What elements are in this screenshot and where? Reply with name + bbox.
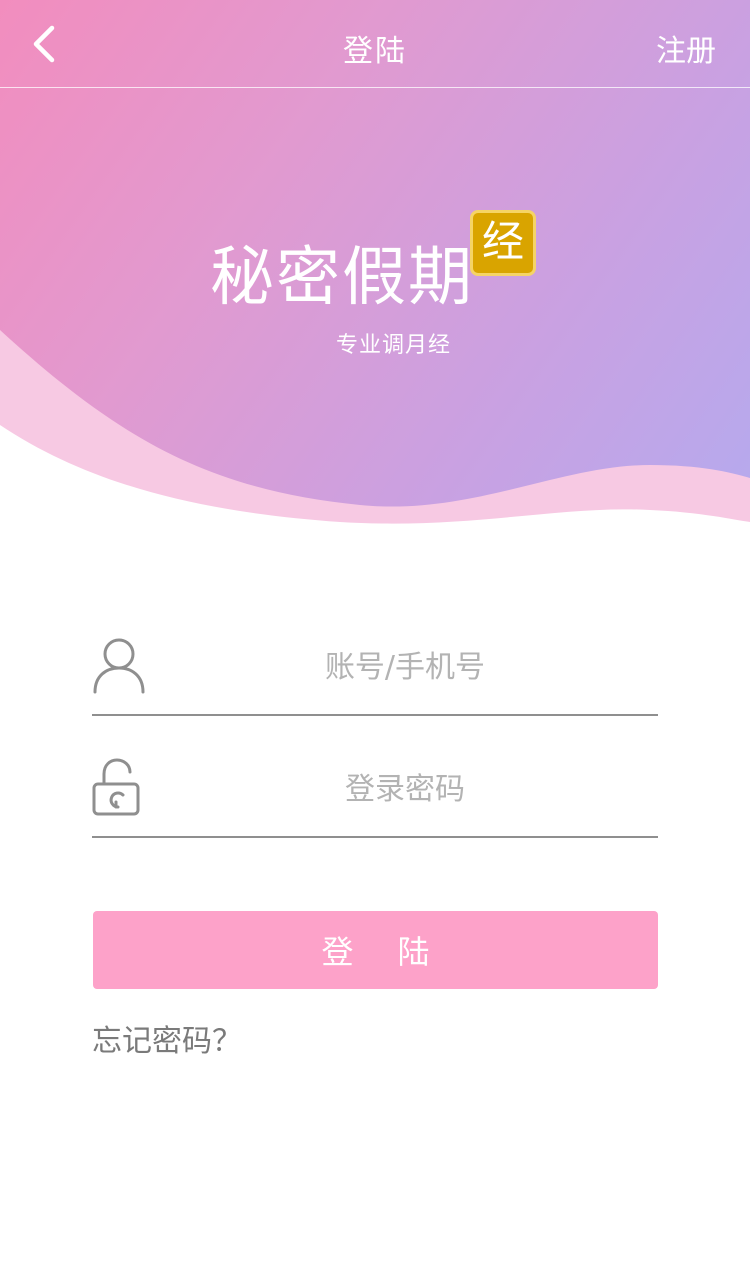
login-button[interactable]: 登陆 xyxy=(93,911,658,989)
forgot-password-link[interactable]: 忘记密码？ xyxy=(92,1016,242,1060)
user-icon xyxy=(93,638,145,694)
brand-logo-badge: 经 xyxy=(470,210,536,276)
login-screen: 登陆 注册 秘密假期 经 专业调月经 登陆 忘记密码？ xyxy=(0,0,750,1284)
password-field xyxy=(92,758,658,838)
account-field xyxy=(92,636,658,716)
brand-logo-text: 秘密假期 xyxy=(210,241,474,315)
account-input[interactable] xyxy=(152,636,658,698)
top-nav-bar: 登陆 注册 xyxy=(0,0,750,88)
register-link[interactable]: 注册 xyxy=(656,26,716,70)
lock-icon xyxy=(92,758,140,816)
page-title: 登陆 xyxy=(343,34,407,69)
brand-slogan: 专业调月经 xyxy=(336,333,452,358)
password-input[interactable] xyxy=(152,758,658,820)
